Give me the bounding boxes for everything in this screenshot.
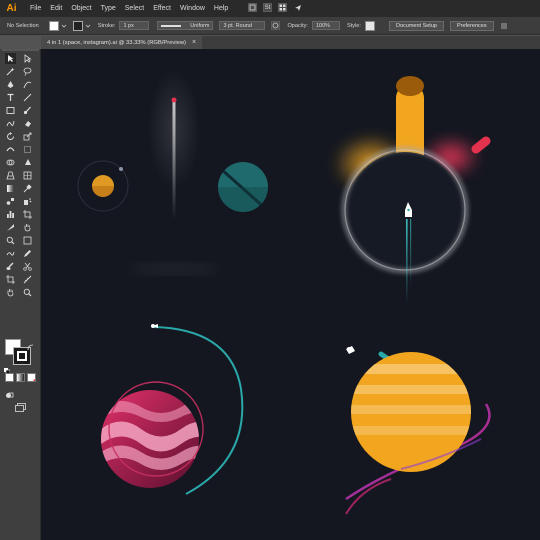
- stroke-swatch[interactable]: [72, 20, 83, 31]
- rectangle-tool-icon[interactable]: [5, 105, 16, 116]
- menu-effect[interactable]: Effect: [153, 5, 171, 12]
- menu-type[interactable]: Type: [101, 5, 116, 12]
- small-orange-planet: [77, 160, 129, 212]
- selection-tool-icon[interactable]: [5, 53, 16, 64]
- hand-tool-alt-icon[interactable]: [5, 287, 16, 298]
- measure-tool-icon[interactable]: [22, 274, 33, 285]
- selection-label: No Selection: [7, 22, 39, 29]
- eyedropper-tool-icon[interactable]: [22, 183, 33, 194]
- scissors-tool-icon[interactable]: [22, 261, 33, 272]
- teal-planet: [218, 162, 268, 212]
- opacity-field[interactable]: 100%: [311, 21, 340, 30]
- shaper-tool-icon[interactable]: [5, 118, 16, 129]
- document-setup-button[interactable]: Document Setup: [388, 20, 444, 31]
- control-bar: No Selection Stroke: 1 px Uniform 3 pt. …: [0, 17, 540, 35]
- panel-grip[interactable]: [2, 49, 39, 51]
- profile-value: Uniform: [190, 22, 210, 29]
- menu-file[interactable]: File: [30, 5, 41, 12]
- symbol-sprayer-tool-icon[interactable]: [22, 196, 33, 207]
- column-graph-tool-icon[interactable]: [5, 209, 16, 220]
- document-tab[interactable]: 4 in 1 (space, instagram).ai @ 33.33% (R…: [41, 36, 203, 49]
- free-transform-tool-icon[interactable]: [22, 144, 33, 155]
- orange-striped-planet: [345, 346, 491, 515]
- lasso-tool-icon[interactable]: [22, 66, 33, 77]
- none-mode-icon[interactable]: [27, 373, 36, 382]
- zoom-tool-icon[interactable]: [5, 235, 16, 246]
- stroke-label: Stroke:: [97, 22, 116, 29]
- shape-builder-tool-icon[interactable]: [5, 157, 16, 168]
- gradient-mode-icon[interactable]: [16, 373, 25, 382]
- artboard-canvas[interactable]: [41, 49, 540, 540]
- style-label: Style:: [346, 22, 361, 29]
- color-mode-icon[interactable]: [5, 373, 14, 382]
- warp-tool-icon[interactable]: [5, 248, 16, 259]
- zoom-tool-alt-icon[interactable]: [22, 287, 33, 298]
- menu-help[interactable]: Help: [214, 5, 228, 12]
- scale-tool-icon[interactable]: [22, 131, 33, 142]
- opacity-label: Opacity:: [287, 22, 308, 29]
- variable-width-profile[interactable]: Uniform: [157, 21, 214, 30]
- document-tab-bar: 4 in 1 (space, instagram).ai @ 33.33% (R…: [41, 36, 540, 49]
- artboard-tool-icon[interactable]: [22, 209, 33, 220]
- draw-mode-icon[interactable]: [5, 387, 14, 398]
- graphic-style-swatch[interactable]: [364, 20, 375, 31]
- type-tool-icon[interactable]: [5, 92, 16, 103]
- fill-swatch[interactable]: [48, 20, 59, 31]
- slice-tool-icon[interactable]: [5, 222, 16, 233]
- menu-bar: Ai File Edit Object Type Select Effect W…: [0, 0, 540, 17]
- pencil-tool-icon[interactable]: [22, 248, 33, 259]
- pen-tool-icon[interactable]: [5, 79, 16, 90]
- rocket-ring-scene: [333, 76, 491, 304]
- preferences-button[interactable]: Preferences: [449, 20, 494, 31]
- chevron-down-icon[interactable]: [85, 23, 91, 29]
- light-beam-scene: [129, 69, 219, 275]
- curvature-tool-icon[interactable]: [22, 79, 33, 90]
- tools-panel: [0, 49, 41, 540]
- pink-striped-planet: [101, 324, 244, 495]
- direct-selection-tool-icon[interactable]: [22, 53, 33, 64]
- stock-icon[interactable]: St: [263, 3, 272, 12]
- crop-image-tool-icon[interactable]: [5, 274, 16, 285]
- space-artwork: [77, 69, 491, 515]
- more-options-icon[interactable]: [500, 22, 508, 30]
- menu-object[interactable]: Object: [71, 5, 91, 12]
- swap-fill-stroke-icon[interactable]: [27, 338, 34, 351]
- send-icon[interactable]: [293, 3, 302, 12]
- line-segment-tool-icon[interactable]: [22, 92, 33, 103]
- width-tool-icon[interactable]: [5, 144, 16, 155]
- rotate-tool-icon[interactable]: [5, 131, 16, 142]
- menu-select[interactable]: Select: [125, 5, 144, 12]
- chevron-down-icon[interactable]: [61, 23, 67, 29]
- close-icon[interactable]: ×: [192, 39, 196, 46]
- brush-definition-field[interactable]: 3 pt. Round: [219, 21, 266, 30]
- stroke-weight-field[interactable]: 1 px: [119, 21, 150, 30]
- blob-brush-tool-icon[interactable]: [5, 261, 16, 272]
- recolor-icon[interactable]: [271, 21, 281, 30]
- hand-tool-icon[interactable]: [22, 222, 33, 233]
- perspective-grid-tool-icon[interactable]: [5, 170, 16, 181]
- menu-window[interactable]: Window: [180, 5, 205, 12]
- gradient-tool-icon[interactable]: [5, 183, 16, 194]
- mesh-tool-icon[interactable]: [22, 170, 33, 181]
- print-tiling-tool-icon[interactable]: [22, 235, 33, 246]
- change-screen-mode-icon[interactable]: [15, 399, 26, 412]
- menu-edit[interactable]: Edit: [50, 5, 62, 12]
- document-tab-title: 4 in 1 (space, instagram).ai @ 33.33% (R…: [47, 39, 186, 46]
- bridge-icon[interactable]: [248, 3, 257, 12]
- app-logo: Ai: [6, 3, 17, 14]
- magic-wand-tool-icon[interactable]: [5, 66, 16, 77]
- eraser-tool-icon[interactable]: [22, 118, 33, 129]
- default-fill-stroke-icon[interactable]: [4, 361, 11, 375]
- paintbrush-tool-icon[interactable]: [22, 105, 33, 116]
- blend-tool-icon[interactable]: [5, 196, 16, 207]
- live-paint-tool-icon[interactable]: [22, 157, 33, 168]
- arrange-documents-icon[interactable]: [278, 3, 287, 12]
